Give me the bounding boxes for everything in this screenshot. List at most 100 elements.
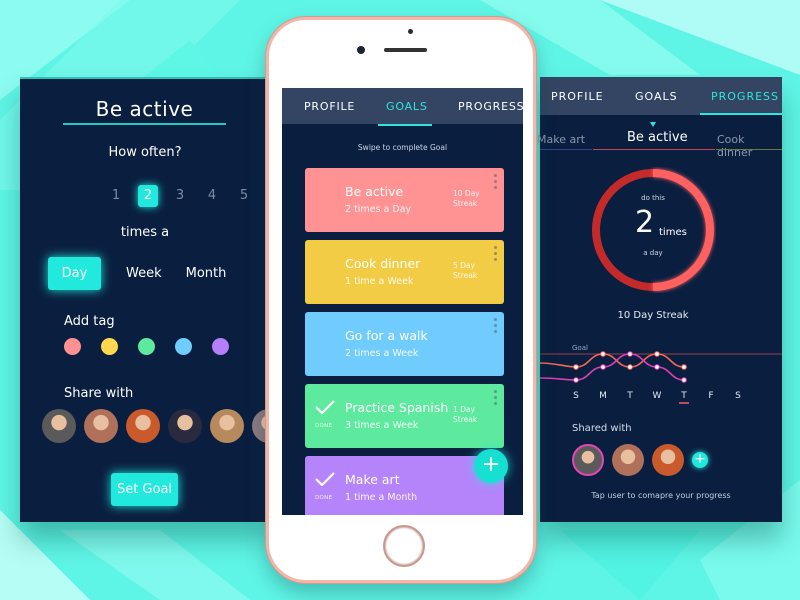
times-a-label: times a	[120, 225, 170, 240]
period-picker: Day Week Month	[48, 257, 236, 290]
goal-current: Be active	[627, 130, 688, 145]
goals-tab-bar: PROFILE GOALS PROGRESS	[282, 88, 523, 126]
goal-card[interactable]: Cook dinner 1 time a Week 5 Day Streak	[305, 240, 504, 304]
progress-tab-bar: PROFILE GOALS PROGRESS	[540, 77, 782, 115]
contact-avatar[interactable]	[210, 409, 244, 443]
tab-profile[interactable]: PROFILE	[304, 88, 355, 126]
tab-progress[interactable]: PROGRESS	[711, 77, 779, 117]
goal-next-bar	[716, 149, 782, 150]
goal-title: Be active	[345, 184, 404, 199]
ring-count: 2	[635, 205, 655, 240]
streak-line-2: Streak	[453, 415, 478, 424]
tab-goals[interactable]: GOALS	[386, 88, 428, 126]
goal-title: Cook dinner	[345, 256, 421, 271]
tag-color-option[interactable]	[138, 338, 155, 355]
goal-streak: 10 Day Streak	[453, 189, 480, 209]
active-tab-indicator	[378, 124, 432, 126]
ring-bottom-label: a day	[643, 249, 663, 257]
title-underline	[63, 123, 226, 125]
contact-avatar[interactable]	[168, 409, 202, 443]
more-options-icon[interactable]	[494, 246, 497, 261]
day-label: T	[680, 391, 687, 401]
day-label: S	[573, 391, 579, 401]
tag-color-option[interactable]	[64, 338, 81, 355]
goal-schedule: 2 times a Day	[345, 204, 412, 215]
compare-hint: Tap user to comapre your progress	[591, 491, 731, 500]
more-options-icon[interactable]	[494, 390, 497, 405]
ring-top-label: do this	[641, 194, 665, 202]
weekly-progress-chart: Goal S M T W T F S	[540, 344, 782, 404]
data-point-friend	[627, 351, 633, 357]
contact-avatar[interactable]	[126, 409, 160, 443]
goal-carousel: Make art Be active Cook dinner	[537, 129, 782, 159]
tab-goals[interactable]: GOALS	[635, 77, 678, 117]
share-with-label: Share with	[64, 386, 134, 401]
contact-avatar[interactable]	[42, 409, 76, 443]
frequency-option-1[interactable]: 1	[100, 185, 132, 207]
goal-card[interactable]: Go for a walk 2 times a Week	[305, 312, 504, 376]
goal-next[interactable]: Cook dinner	[717, 133, 782, 159]
period-day-button[interactable]: Day	[48, 257, 101, 290]
goal-label: Goal	[572, 344, 588, 352]
day-label: T	[626, 391, 633, 401]
tag-color-option[interactable]	[212, 338, 229, 355]
day-label: W	[653, 391, 662, 401]
goal-title-input[interactable]: Be active	[62, 97, 227, 121]
series-line-friend	[540, 353, 685, 381]
data-point-friend	[654, 364, 660, 370]
goal-schedule: 1 time a Month	[345, 492, 418, 503]
frequency-option-2[interactable]: 2	[138, 185, 158, 207]
frequency-option-3[interactable]: 3	[164, 185, 196, 207]
shared-user-avatar[interactable]	[652, 444, 684, 476]
data-point-user	[627, 364, 633, 370]
goal-streak: 1 Day Streak	[453, 405, 477, 425]
set-goal-button[interactable]: Set Goal	[111, 473, 178, 506]
data-point-user	[654, 351, 660, 357]
tag-color-option[interactable]	[101, 338, 118, 355]
goal-current-bar	[593, 149, 715, 150]
phone-mockup: PROFILE GOALS PROGRESS Swipe to complete…	[266, 17, 536, 583]
done-label: DONE	[315, 423, 333, 429]
goal-title: Practice Spanish	[345, 400, 449, 415]
period-month-button[interactable]: Month	[176, 257, 237, 290]
streak-line-1: 1 Day	[453, 405, 475, 414]
data-point-user	[681, 364, 687, 370]
goal-prev[interactable]: Make art	[537, 133, 585, 146]
add-user-button[interactable]: +	[692, 452, 708, 468]
goal-card[interactable]: Practice Spanish 3 times a Week 1 Day Stre…	[305, 384, 504, 448]
streak-label: 10 Day Streak	[617, 310, 689, 321]
goal-title: Go for a walk	[345, 328, 428, 343]
home-button[interactable]	[383, 525, 425, 567]
frequency-picker: 1 2 3 4 5	[100, 185, 260, 207]
shared-with-label: Shared with	[572, 423, 632, 434]
goal-editor-panel: Be active How often? 1 2 3 4 5 times a D…	[20, 77, 286, 522]
data-point-user	[573, 364, 579, 370]
data-point-user	[600, 351, 606, 357]
goal-schedule: 3 times a Week	[345, 420, 419, 431]
tab-profile[interactable]: PROFILE	[551, 77, 604, 117]
contact-avatar[interactable]	[84, 409, 118, 443]
how-often-label: How often?	[108, 145, 182, 160]
swipe-hint: Swipe to complete Goal	[357, 143, 448, 152]
frequency-option-5[interactable]: 5	[228, 185, 260, 207]
more-options-icon[interactable]	[494, 174, 497, 189]
streak-line-1: 10 Day	[453, 189, 480, 198]
goal-title: Make art	[345, 472, 400, 487]
done-label: DONE	[315, 495, 333, 501]
day-label: M	[599, 391, 607, 401]
data-point-friend	[573, 377, 579, 383]
shared-user-avatar[interactable]	[572, 444, 604, 476]
tab-progress[interactable]: PROGRESS	[458, 88, 523, 126]
shared-user-avatar[interactable]	[612, 444, 644, 476]
day-label: S	[735, 391, 741, 401]
streak-line-2: Streak	[453, 271, 478, 280]
current-goal-caret-icon	[650, 122, 656, 127]
period-week-button[interactable]: Week	[116, 257, 172, 290]
more-options-icon[interactable]	[494, 318, 497, 333]
tag-color-option[interactable]	[175, 338, 192, 355]
add-goal-button[interactable]: +	[474, 449, 508, 483]
streak-line-2: Streak	[453, 199, 478, 208]
frequency-option-4[interactable]: 4	[196, 185, 228, 207]
earpiece-speaker	[384, 48, 427, 52]
goal-card[interactable]: Be active 2 times a Day 10 Day Streak	[305, 168, 504, 232]
